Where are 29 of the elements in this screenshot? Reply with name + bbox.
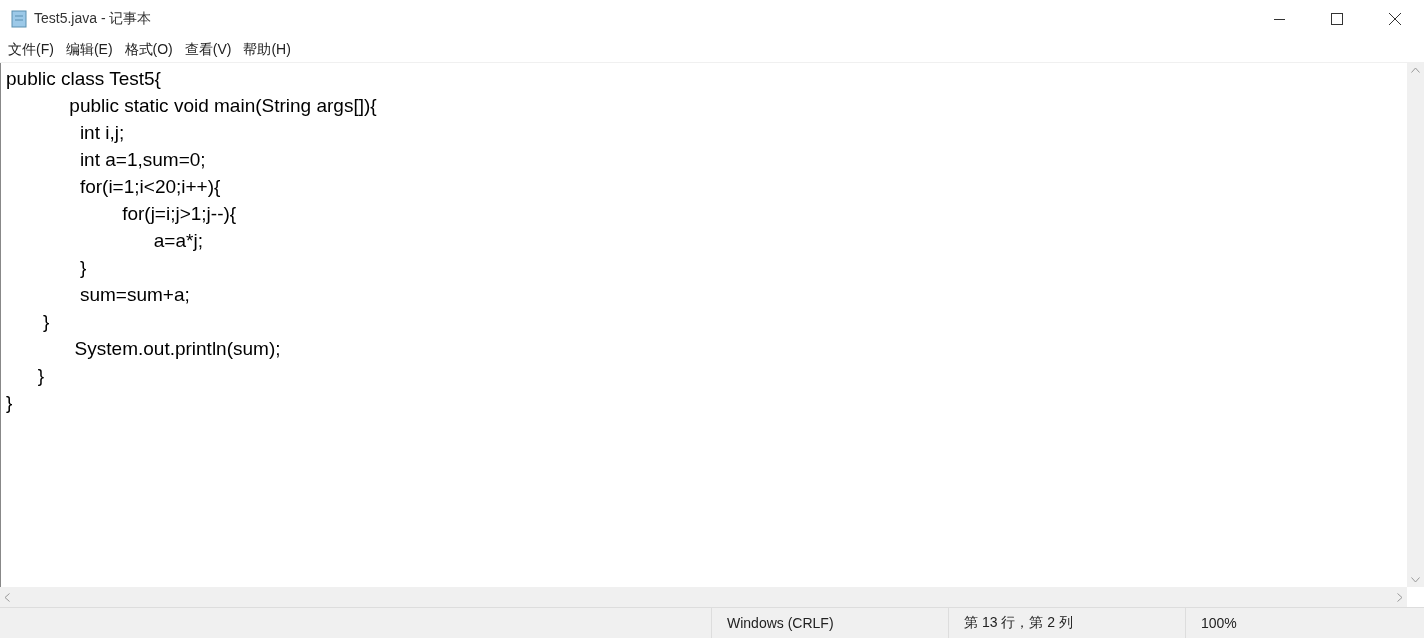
menu-item[interactable]: 编辑(E) [59,41,119,59]
menu-item[interactable]: 格式(O) [118,41,179,59]
code-line: } [41,310,51,334]
code-line: int i,j; [78,121,126,145]
code-line: sum=sum+a; [78,283,191,307]
code-line: public static void main(String args[]){ [68,94,378,118]
code-line: } [36,364,46,388]
status-text: Windows (CRLF) [726,615,834,631]
code-line: System.out.println(sum); [73,337,282,361]
code-line: for(j=i;j>1;j--){ [121,202,238,226]
code-line: public class Test5{ [6,67,162,91]
scroll-left-icon[interactable] [4,592,10,602]
code-line: int a=1,sum=0; [78,148,207,172]
notepad-icon [10,10,28,28]
window-title: Test5.java - 记事本 [34,10,153,28]
menu-item[interactable]: 文件(F) [2,41,60,59]
close-icon [1389,13,1401,25]
code-line: } [78,256,88,280]
status-text: 第 13 行，第 2 列 [963,614,1073,632]
scroll-right-icon[interactable] [1397,592,1403,602]
code-line: a=a*j; [152,229,204,253]
scroll-down-icon[interactable] [1411,577,1420,583]
code-line: } [6,391,14,415]
menu-item[interactable]: 帮助(H) [237,41,297,59]
maximize-icon [1331,13,1343,25]
status-text: 100% [1200,615,1237,631]
scroll-up-icon[interactable] [1411,67,1420,73]
menu-item[interactable]: 查看(V) [178,41,238,59]
code-line: for(i=1;i<20;i++){ [78,175,222,199]
